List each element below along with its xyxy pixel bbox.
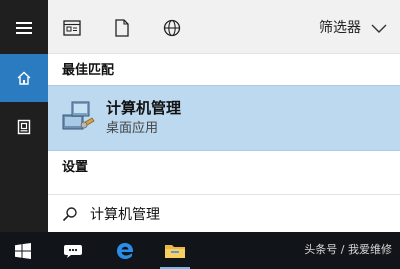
web-globe-icon — [163, 19, 181, 37]
cortana-icon — [64, 244, 82, 258]
watermark: 头条号 / 我爱维修 — [304, 243, 392, 256]
settings-heading: 设置 — [62, 160, 89, 175]
computer-management-icon — [62, 101, 95, 130]
file-explorer-button[interactable] — [152, 232, 198, 269]
hamburger-menu-icon — [16, 22, 32, 34]
result-title: 计算机管理 — [106, 99, 182, 117]
notebook-button[interactable] — [0, 103, 48, 151]
windows-start-icon — [15, 242, 31, 259]
start-button[interactable] — [0, 232, 46, 269]
apps-filter-button[interactable] — [62, 18, 82, 38]
search-input[interactable] — [90, 203, 370, 225]
home-icon — [17, 71, 31, 85]
documents-icon — [115, 19, 129, 37]
search-panel: 筛选器 最佳匹配 计算机管理 桌面应用 设置 — [48, 0, 400, 232]
edge-browser-button[interactable] — [102, 232, 148, 269]
taskbar: 头条号 / 我爱维修 — [0, 232, 400, 269]
filter-bar: 筛选器 — [48, 0, 400, 54]
filter-label[interactable]: 筛选器 — [319, 18, 361, 38]
result-item-computer-management[interactable]: 计算机管理 桌面应用 — [48, 85, 400, 151]
chevron-down-icon[interactable] — [370, 20, 388, 36]
best-match-heading: 最佳匹配 — [62, 63, 115, 78]
edge-icon — [117, 242, 133, 259]
documents-filter-button[interactable] — [112, 18, 132, 38]
result-subtitle: 桌面应用 — [106, 121, 159, 136]
home-button[interactable] — [0, 54, 48, 102]
file-explorer-icon — [165, 244, 185, 258]
search-box[interactable] — [48, 194, 400, 232]
search-icon — [62, 207, 77, 222]
apps-icon — [63, 20, 81, 36]
cortana-button[interactable] — [50, 232, 96, 269]
notebook-icon — [17, 119, 31, 135]
start-rail — [0, 0, 48, 232]
web-filter-button[interactable] — [162, 18, 182, 38]
hamburger-menu-button[interactable] — [0, 4, 48, 52]
